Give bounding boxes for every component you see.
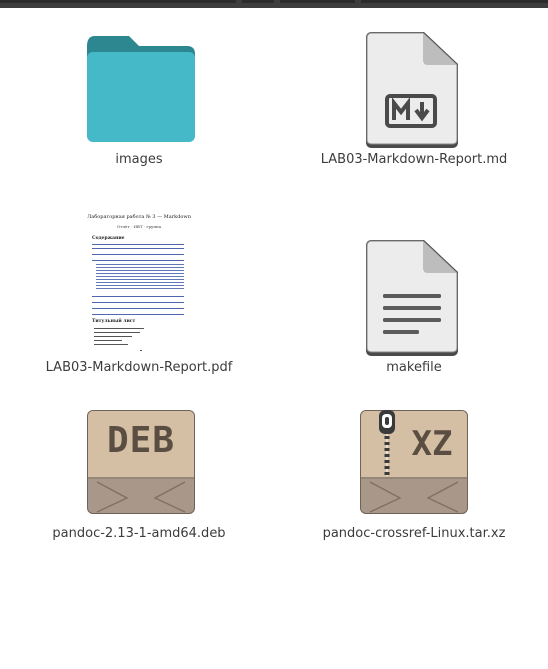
pdf-preview-title: Лабораторная работа № 3 — Markdown (87, 214, 191, 220)
file-item-folder[interactable]: images (2, 24, 276, 194)
pdf-preview-subtitle: Отчёт · ИВТ · группа (116, 224, 162, 229)
file-item-archive[interactable]: XZ pandoc-crossref-Linux.tar.xz (277, 400, 548, 570)
file-item-deb[interactable]: DEB pandoc-2.13-1-amd64.deb (2, 400, 276, 570)
window-top-edge (0, 0, 548, 8)
pdf-thumbnail: Лабораторная работа № 3 — Markdown Отчёт… (86, 212, 192, 354)
pdf-preview-toc-heading: Содержание (92, 236, 125, 241)
markdown-file-icon (366, 30, 460, 150)
file-item-makefile[interactable]: makefile (277, 208, 548, 378)
file-item-pdf[interactable]: Лабораторная работа № 3 — Markdown Отчёт… (2, 208, 276, 378)
file-name-label: pandoc-2.13-1-amd64.deb (52, 526, 226, 541)
file-name-label: pandoc-crossref-Linux.tar.xz (322, 526, 506, 541)
folder-icon (87, 34, 197, 144)
file-item-markdown[interactable]: LAB03-Markdown-Report.md (277, 24, 548, 194)
deb-badge: DEB (106, 420, 176, 461)
file-name-label: images (115, 152, 163, 167)
archive-badge: XZ (411, 424, 453, 464)
pdf-preview-section-heading: Титульный лист (92, 319, 136, 324)
text-file-icon (366, 238, 460, 358)
file-name-label: LAB03-Markdown-Report.pdf (45, 360, 233, 375)
deb-package-icon: DEB (87, 410, 197, 516)
file-name-label: makefile (386, 360, 442, 375)
file-name-label: LAB03-Markdown-Report.md (320, 152, 508, 167)
archive-zip-icon: XZ (360, 410, 470, 516)
